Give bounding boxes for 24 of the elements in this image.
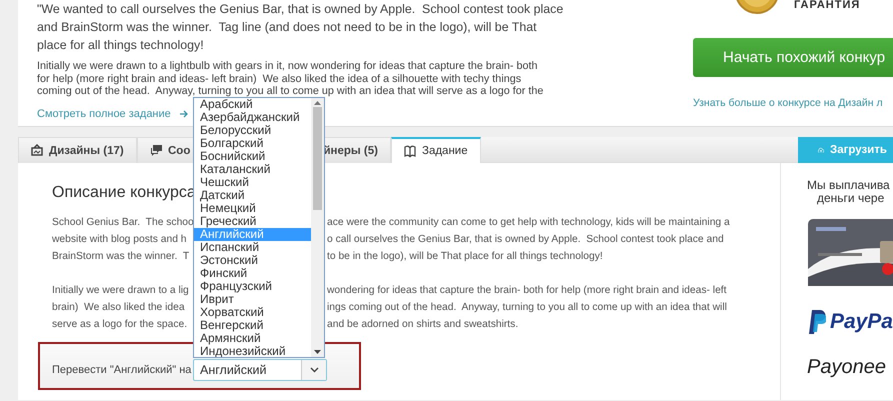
description-text: website with blog posts and h bbox=[52, 233, 188, 247]
translate-label: Перевести "Английский" на bbox=[52, 364, 192, 376]
description-text: to be in the logo), will be That place for all things technology! bbox=[327, 250, 604, 264]
description-text: serve as a logo for the space. bbox=[52, 318, 188, 332]
description-text: brain) We also liked the idea bbox=[52, 301, 186, 315]
description-text: ace were the community can come to get help with technology, kids will be maintaining a bbox=[327, 216, 731, 230]
description-text: BrainStorm was the winner. T bbox=[52, 250, 190, 264]
brief-text-line: and BrainStorm was the winner. Tag line (and does not need to be in the logo), will be That bbox=[37, 19, 538, 36]
description-text: o call ourselves the Genius Bar, that is owned by Apple. School contest took place and bbox=[327, 233, 725, 247]
brief-text-line: Initially we were drawn to a lightbulb with gears in it, now wondering for ideas that capture the brain- both bbox=[37, 60, 539, 72]
guarantee-label: ГАРАНТИЯ bbox=[794, 0, 860, 10]
brief-text-line: for help (more right brain and ideas- left brain) We also liked the idea of a silhouette with techy things bbox=[37, 72, 522, 85]
payoneer-logo: Payonee bbox=[807, 356, 886, 379]
paypal-logo: PayPa bbox=[830, 310, 893, 334]
brief-text-line: coming out of the head. Anyway, turning to you all to come up with an idea that will serve as a logo for the bbox=[37, 85, 544, 98]
brief-text-line: place for all things technology! bbox=[37, 37, 205, 54]
payout-text: Мы выплачива bbox=[806, 179, 891, 192]
brief-text-line: "We wanted to call ourselves the Genius Bar, that is owned by Apple. School contest took place bbox=[37, 1, 564, 18]
description-text: and be adorned on shirts and sweatshirts. bbox=[327, 318, 520, 332]
description-text: wondering for ideas that capture the brain- both for help (more right brain and ideas- left bbox=[327, 284, 728, 298]
description-text: School Genius Bar. The schoo bbox=[52, 216, 193, 230]
description-text: ings coming out of the head. Anyway, turning to you all to come up with an idea that will bbox=[327, 301, 728, 315]
description-text: Initially we were drawn to a lig bbox=[52, 284, 190, 298]
payout-text: деньги чере bbox=[816, 192, 886, 205]
